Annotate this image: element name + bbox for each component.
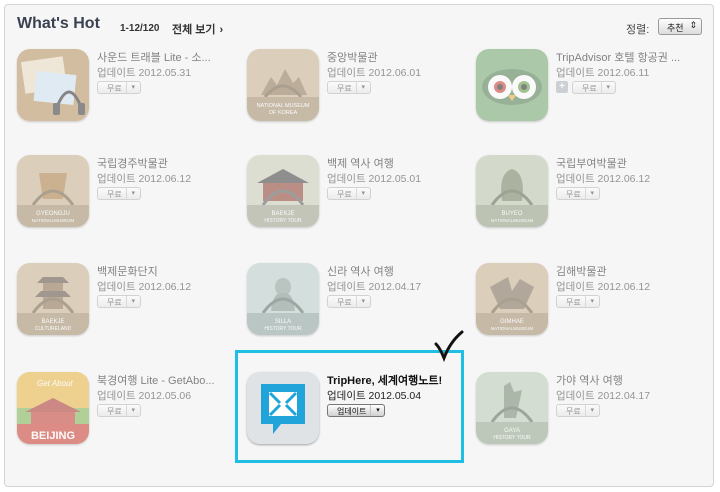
button-label: 무료	[337, 84, 352, 93]
app-item[interactable]: GIMHAE NATIONALMUSEUM 김해박물관 업데이트 2012.06…	[476, 263, 706, 353]
app-name[interactable]: 백제 역사 여행	[327, 155, 477, 171]
app-update-date: 업데이트 2012.06.11	[556, 67, 650, 79]
app-item[interactable]: 사운드 트래블 Lite - 소... 업데이트 2012.05.31 무료 ▾	[17, 49, 247, 139]
app-name[interactable]: 국립부여박물관	[556, 155, 706, 171]
app-name[interactable]: 김해박물관	[556, 263, 706, 279]
highlight-box	[235, 350, 464, 463]
app-update-date: 업데이트 2012.05.06	[97, 390, 192, 402]
app-name[interactable]: TripAdvisor 호텔 항공권 ...	[556, 49, 706, 65]
gimhae-museum-icon[interactable]: GIMHAE NATIONALMUSEUM	[476, 263, 548, 335]
icon-caption-line1: BAEKJE	[271, 211, 294, 217]
app-item[interactable]: BUYEO NATIONALMUSEUM 국립부여박물관 업데이트 2012.0…	[476, 155, 706, 245]
free-button[interactable]: 무료 ▾	[97, 81, 141, 94]
icon-caption-line1: BUYEO	[501, 211, 522, 217]
icon-caption-line1: NATIONAL MUSEUM	[257, 103, 310, 109]
icon-caption-line1: GYEONGJU	[36, 211, 70, 217]
app-item[interactable]: GYEONGJU NATIONALMUSEUM 국립경주박물관 업데이트 201…	[17, 155, 247, 245]
button-label: 무료	[107, 298, 122, 307]
dropdown-arrow-icon[interactable]: ▾	[584, 405, 599, 416]
button-label: 무료	[107, 407, 122, 416]
icon-caption-line2: HISTORY TOUR	[264, 326, 302, 332]
baekje-culture-icon[interactable]: BAEKJE CULTURELAND	[17, 263, 89, 335]
free-button[interactable]: 무료 ▾	[327, 81, 371, 94]
free-button[interactable]: 무료 ▾	[572, 81, 616, 94]
dropdown-arrow-icon[interactable]: ▾	[125, 82, 140, 93]
icon-caption-line1: SILLA	[275, 319, 291, 325]
icon-caption-line2: HISTORY TOUR	[493, 435, 531, 441]
button-label: 무료	[337, 298, 352, 307]
app-item[interactable]: BAEKJE HISTORY TOUR 백제 역사 여행 업데이트 2012.0…	[247, 155, 477, 245]
icon-caption-line2: CULTURELAND	[35, 326, 72, 332]
app-update-date: 업데이트 2012.06.01	[327, 67, 422, 79]
app-update-date: 업데이트 2012.06.12	[97, 173, 192, 185]
checkmark-annotation-icon	[434, 330, 464, 362]
dropdown-arrow-icon[interactable]: ▾	[125, 296, 140, 307]
free-button[interactable]: 무료 ▾	[327, 187, 371, 200]
icon-caption-line2: NATIONALMUSEUM	[491, 218, 533, 223]
app-update-date: 업데이트 2012.04.17	[556, 390, 651, 402]
gaya-tour-icon[interactable]: GAYA HISTORY TOUR	[476, 372, 548, 444]
app-update-date: 업데이트 2012.05.31	[97, 67, 192, 79]
add-plus-icon[interactable]: +	[556, 81, 568, 93]
dropdown-arrow-icon[interactable]: ▾	[355, 296, 370, 307]
free-button[interactable]: 무료 ▾	[97, 404, 141, 417]
app-update-date: 업데이트 2012.05.01	[327, 173, 422, 185]
icon-caption-line1: Get About	[37, 379, 74, 388]
app-item[interactable]: GAYA HISTORY TOUR 가야 역사 여행 업데이트 2012.04.…	[476, 372, 706, 462]
dropdown-arrow-icon[interactable]: ▾	[584, 296, 599, 307]
beijing-getabout-icon[interactable]: Get About BEIJING	[17, 372, 89, 444]
icon-caption-line1: GIMHAE	[500, 319, 524, 325]
app-name[interactable]: 북경여행 Lite - GetAbo...	[97, 372, 247, 388]
icon-caption-line2: BEIJING	[31, 430, 75, 442]
button-label: 무료	[566, 298, 581, 307]
button-label: 무료	[337, 190, 352, 199]
sound-travel-icon[interactable]	[17, 49, 89, 121]
icon-caption-line2: NATIONALMUSEUM	[32, 218, 74, 223]
gyeongju-museum-icon[interactable]: GYEONGJU NATIONALMUSEUM	[17, 155, 89, 227]
baekje-tour-icon[interactable]: BAEKJE HISTORY TOUR	[247, 155, 319, 227]
icon-caption-line1: GAYA	[504, 428, 520, 434]
button-label: 무료	[107, 190, 122, 199]
button-label: 무료	[582, 84, 597, 93]
free-button[interactable]: 무료 ▾	[97, 187, 141, 200]
dropdown-arrow-icon[interactable]: ▾	[584, 188, 599, 199]
dropdown-arrow-icon[interactable]: ▾	[125, 405, 140, 416]
app-item[interactable]: TripAdvisor 호텔 항공권 ... 업데이트 2012.06.11 +…	[476, 49, 706, 139]
app-item[interactable]: Get About BEIJING 북경여행 Lite - GetAbo... …	[17, 372, 247, 462]
app-item[interactable]: BAEKJE CULTURELAND 백제문화단지 업데이트 2012.06.1…	[17, 263, 247, 353]
button-label: 무료	[107, 84, 122, 93]
icon-caption-line1: BAEKJE	[41, 319, 64, 325]
buyeo-museum-icon[interactable]: BUYEO NATIONALMUSEUM	[476, 155, 548, 227]
free-button[interactable]: 무료 ▾	[556, 187, 600, 200]
dropdown-arrow-icon[interactable]: ▾	[355, 188, 370, 199]
button-label: 무료	[566, 407, 581, 416]
app-name[interactable]: 가야 역사 여행	[556, 372, 706, 388]
dropdown-arrow-icon[interactable]: ▾	[125, 188, 140, 199]
app-name[interactable]: 국립경주박물관	[97, 155, 247, 171]
free-button[interactable]: 무료 ▾	[556, 404, 600, 417]
button-label: 무료	[566, 190, 581, 199]
app-name[interactable]: 중앙박물관	[327, 49, 477, 65]
icon-caption-line2: OF KOREA	[269, 110, 298, 116]
app-name[interactable]: 백제문화단지	[97, 263, 247, 279]
app-update-date: 업데이트 2012.04.17	[327, 281, 422, 293]
national-museum-icon[interactable]: NATIONAL MUSEUM OF KOREA	[247, 49, 319, 121]
app-name[interactable]: 신라 역사 여행	[327, 263, 477, 279]
icon-caption-line2: HISTORY TOUR	[264, 218, 302, 224]
dropdown-arrow-icon[interactable]: ▾	[355, 82, 370, 93]
app-update-date: 업데이트 2012.06.12	[97, 281, 192, 293]
app-item[interactable]: NATIONAL MUSEUM OF KOREA 중앙박물관 업데이트 2012…	[247, 49, 477, 139]
dropdown-arrow-icon[interactable]: ▾	[600, 82, 615, 93]
app-name[interactable]: 사운드 트래블 Lite - 소...	[97, 49, 247, 65]
free-button[interactable]: 무료 ▾	[327, 295, 371, 308]
icon-caption-line2: NATIONALMUSEUM	[491, 326, 533, 331]
free-button[interactable]: 무료 ▾	[97, 295, 141, 308]
silla-tour-icon[interactable]: SILLA HISTORY TOUR	[247, 263, 319, 335]
app-update-date: 업데이트 2012.06.12	[556, 281, 651, 293]
tripadvisor-owl-icon[interactable]	[476, 49, 548, 121]
free-button[interactable]: 무료 ▾	[556, 295, 600, 308]
app-update-date: 업데이트 2012.06.12	[556, 173, 651, 185]
